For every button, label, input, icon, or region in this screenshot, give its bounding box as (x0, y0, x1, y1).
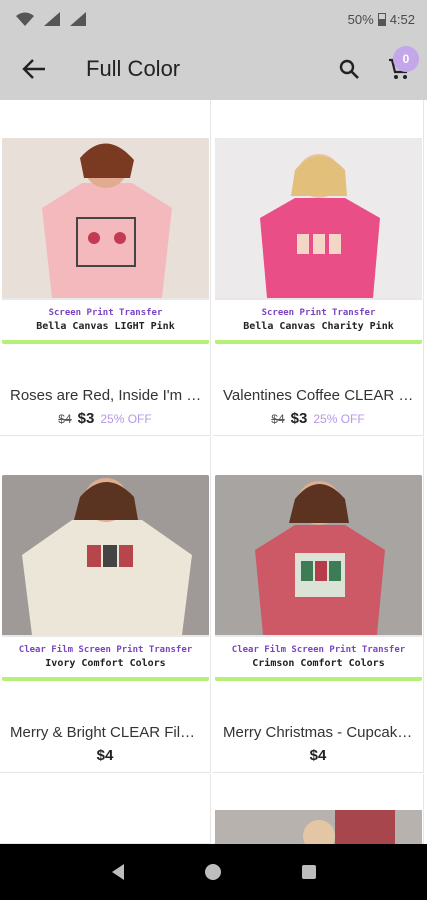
banner-subtitle: Bella Canvas LIGHT Pink (36, 321, 175, 332)
shirt-illustration (2, 138, 209, 298)
price-row: $4 $3 25% OFF (213, 410, 423, 427)
product-name[interactable]: Merry Christmas - Cupcakes CLEAR Film Sc… (223, 724, 415, 741)
cart-count-badge: 0 (393, 46, 419, 72)
photo-partial (215, 810, 422, 844)
clock: 4:52 (389, 11, 415, 27)
back-nav-icon[interactable] (108, 862, 128, 882)
signal-icon (44, 12, 60, 26)
banner-subtitle: Crimson Comfort Colors (252, 658, 385, 669)
back-button[interactable] (0, 38, 68, 100)
sale-price: $3 (290, 410, 308, 427)
price: $4 (309, 747, 327, 764)
product-banner: Clear Film Screen Print Transfer Ivory C… (2, 635, 209, 681)
discount-label: 25% OFF (100, 412, 152, 426)
shirt-illustration (2, 475, 209, 635)
page-title: Full Color (86, 56, 181, 81)
banner-title: Screen Print Transfer (48, 308, 163, 318)
product-image[interactable]: Clear Film Screen Print Transfer Ivory C… (2, 475, 209, 681)
home-nav-icon[interactable] (203, 862, 223, 882)
price: $4 (96, 747, 114, 764)
search-button[interactable] (327, 38, 371, 100)
product-banner: Clear Film Screen Print Transfer Crimson… (215, 635, 422, 681)
shirt-illustration (215, 138, 422, 298)
signal-icon-secondary (70, 12, 86, 26)
app-bar: Full Color 0 (0, 38, 427, 100)
product-card[interactable]: Screen Print Transfer Bella Canvas Chari… (213, 100, 424, 436)
status-bar: 50% 4:52 (0, 0, 427, 38)
product-image[interactable]: Screen Print Transfer Bella Canvas Chari… (215, 138, 422, 344)
status-icons-left (16, 12, 86, 26)
discount-label: 25% OFF (313, 412, 365, 426)
product-image[interactable] (215, 810, 422, 844)
product-card[interactable]: Clear Film Screen Print Transfer Crimson… (213, 437, 424, 773)
recents-nav-icon[interactable] (299, 862, 319, 882)
product-card[interactable]: Clear Film Screen Print Transfer Ivory C… (0, 437, 211, 773)
battery-icon (377, 12, 386, 26)
banner-subtitle: Bella Canvas Charity Pink (243, 321, 394, 332)
product-name[interactable]: Roses are Red, Inside I'm Dead - Skeleto… (10, 387, 202, 404)
product-card[interactable]: Screen Print Transfer Bella Canvas LIGHT… (0, 100, 211, 436)
product-card-partial[interactable] (0, 774, 211, 844)
banner-title: Clear Film Screen Print Transfer (231, 645, 406, 655)
status-icons-right: 50% 4:52 (348, 12, 415, 27)
arrow-left-icon (22, 59, 45, 79)
price-row: $4 (213, 747, 423, 764)
original-price: $4 (58, 412, 72, 426)
banner-title: Screen Print Transfer (261, 308, 376, 318)
battery-percent: 50% (347, 11, 374, 27)
product-banner: Screen Print Transfer Bella Canvas Chari… (215, 298, 422, 344)
original-price: $4 (271, 412, 285, 426)
product-photo (2, 475, 209, 635)
product-image[interactable]: Clear Film Screen Print Transfer Crimson… (215, 475, 422, 681)
product-photo (2, 138, 209, 298)
search-icon (339, 59, 359, 79)
product-image[interactable]: Screen Print Transfer Bella Canvas LIGHT… (2, 138, 209, 344)
banner-title: Clear Film Screen Print Transfer (18, 645, 193, 655)
sale-price: $3 (77, 410, 95, 427)
wifi-icon (16, 12, 34, 26)
product-grid: Screen Print Transfer Bella Canvas LIGHT… (0, 100, 427, 844)
product-card-partial[interactable] (213, 774, 424, 844)
price-row: $4 (0, 747, 210, 764)
product-name[interactable]: Valentines Coffee CLEAR Film Screen Prin… (223, 387, 415, 404)
banner-subtitle: Ivory Comfort Colors (45, 658, 166, 669)
system-nav-bar (0, 844, 427, 900)
product-name[interactable]: Merry & Bright CLEAR Film Screen Print T… (10, 724, 202, 741)
cart-button[interactable]: 0 (371, 38, 427, 100)
product-photo (215, 475, 422, 635)
price-row: $4 $3 25% OFF (0, 410, 210, 427)
shirt-illustration (215, 475, 422, 635)
product-banner: Screen Print Transfer Bella Canvas LIGHT… (2, 298, 209, 344)
product-photo (215, 138, 422, 298)
